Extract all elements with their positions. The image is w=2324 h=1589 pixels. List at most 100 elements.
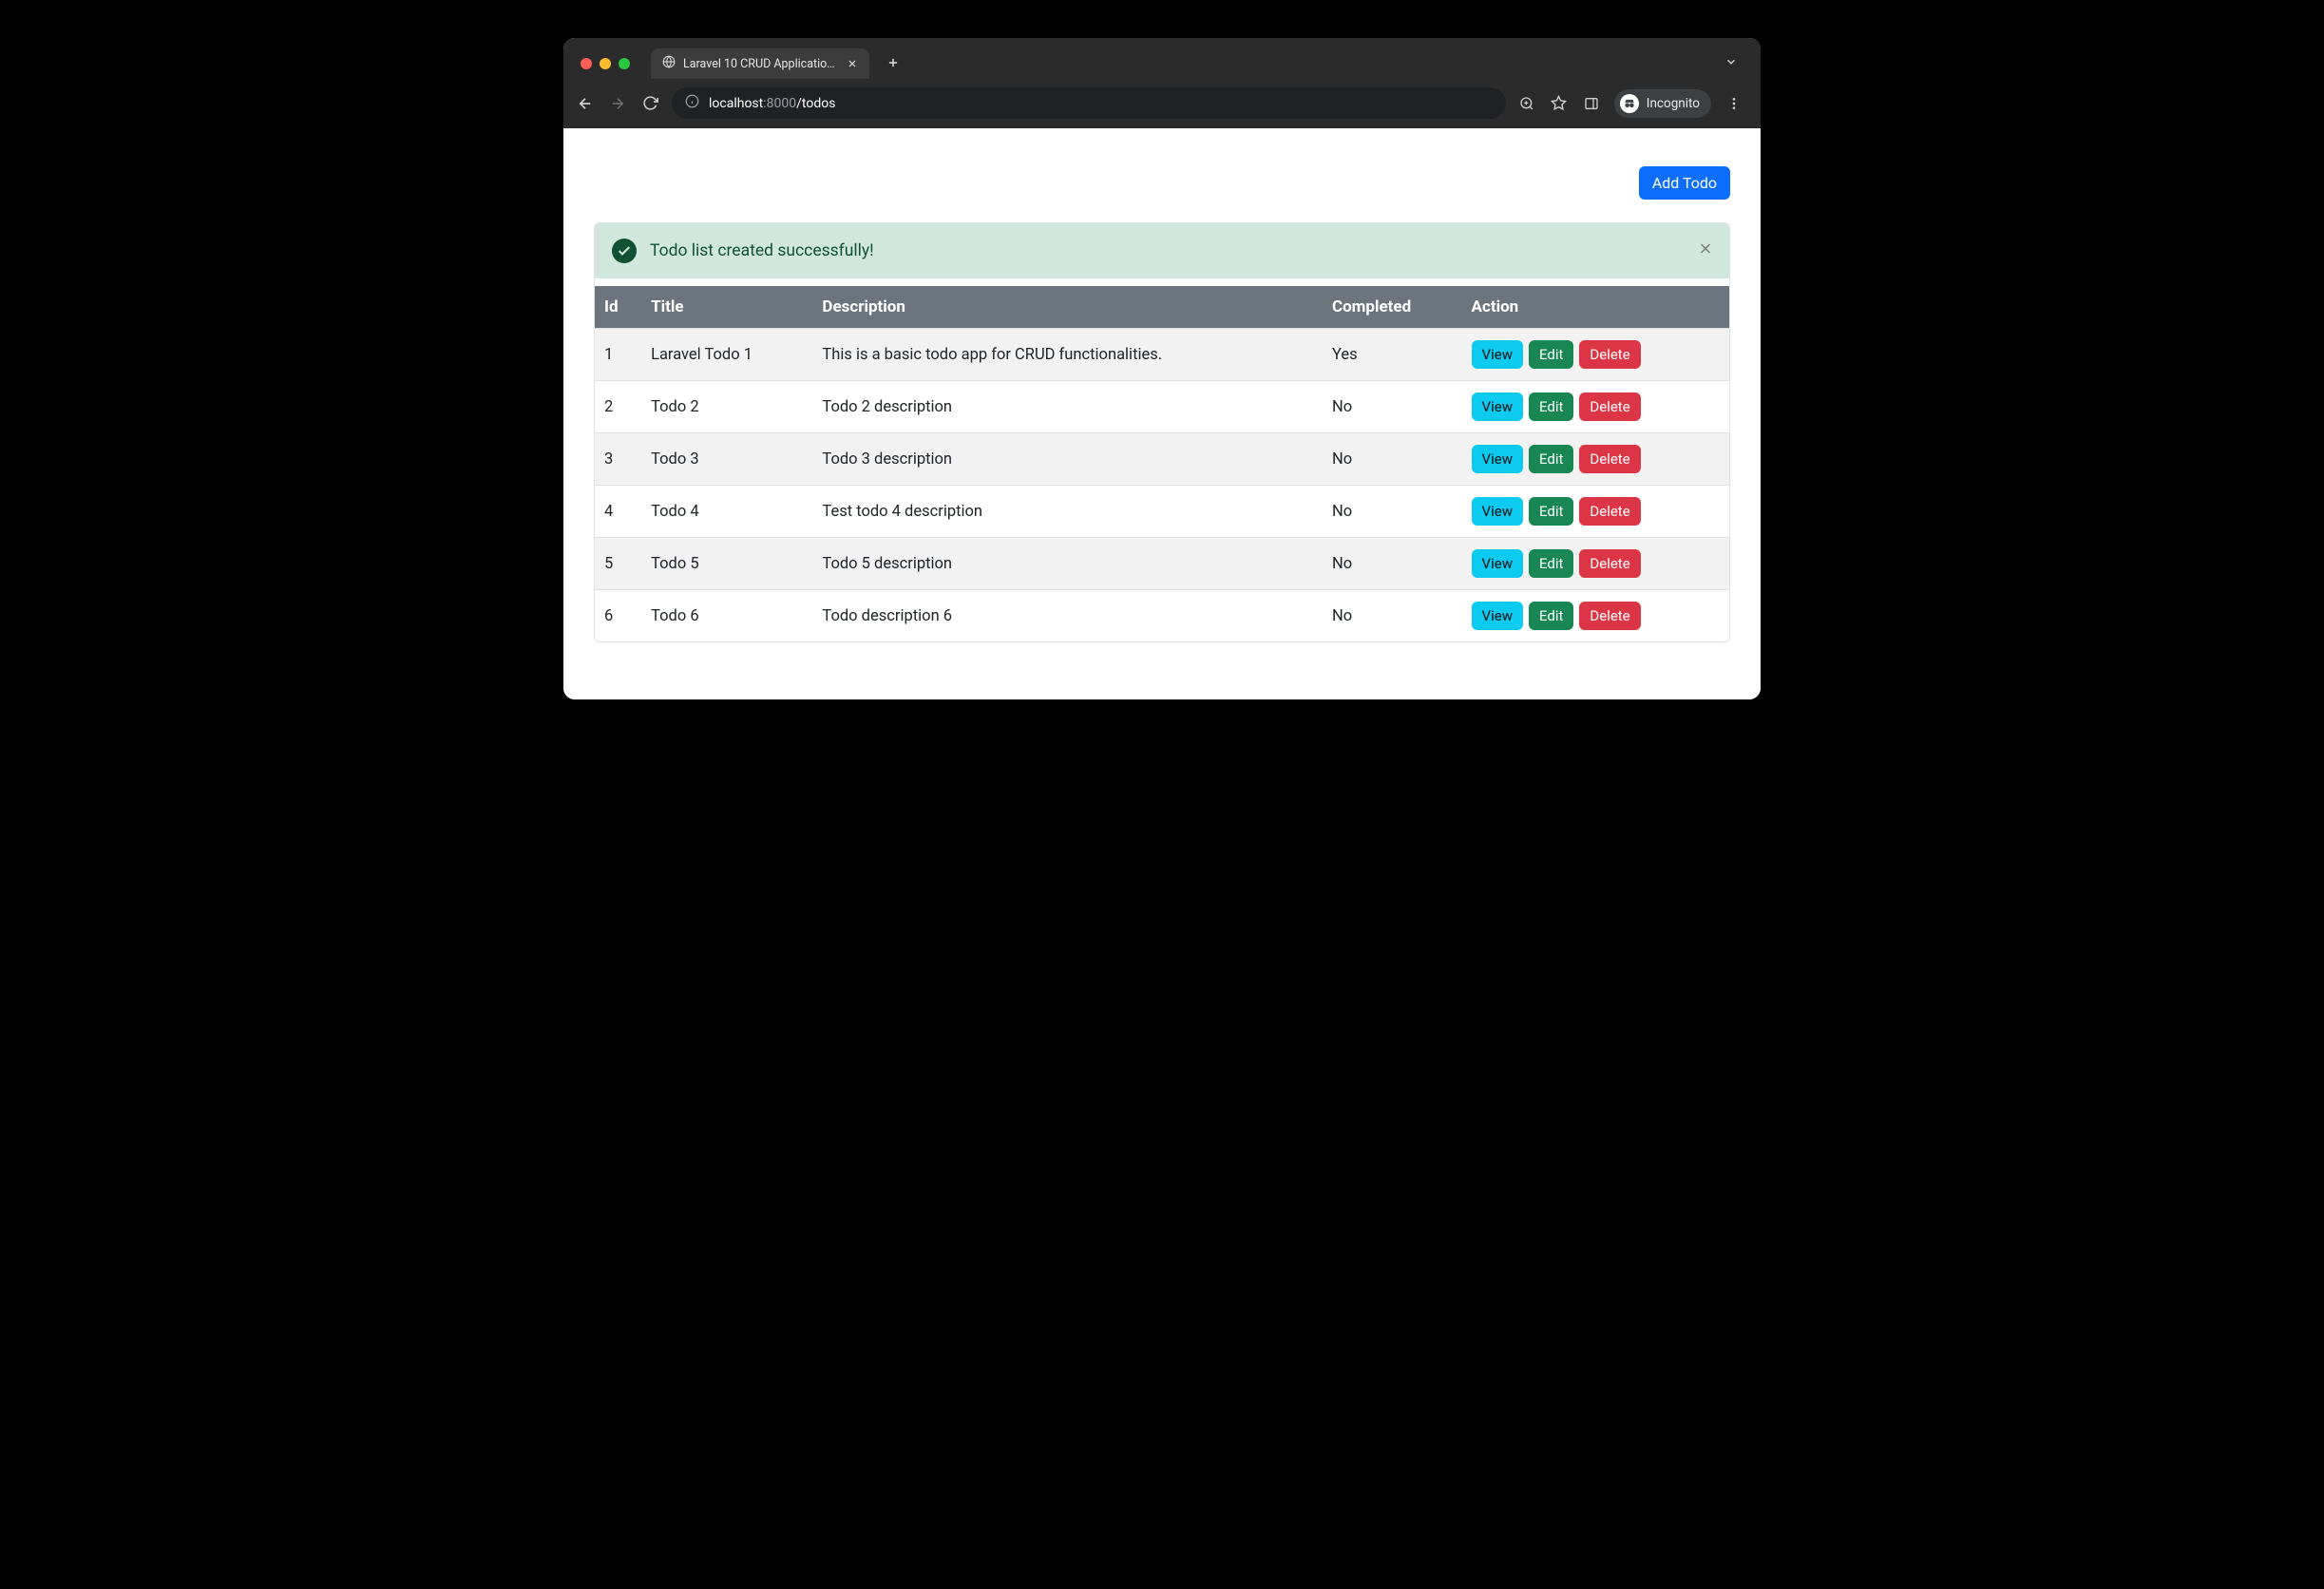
url-port: :8000 bbox=[763, 96, 796, 111]
success-alert: Todo list created successfully! bbox=[595, 223, 1729, 278]
side-panel-icon[interactable] bbox=[1582, 96, 1601, 111]
cell-completed: Yes bbox=[1323, 329, 1462, 381]
browser-window: Laravel 10 CRUD Application | T bbox=[563, 38, 1761, 699]
edit-button[interactable]: Edit bbox=[1529, 445, 1573, 473]
zoom-icon[interactable] bbox=[1517, 96, 1536, 111]
delete-button[interactable]: Delete bbox=[1579, 340, 1640, 369]
edit-button[interactable]: Edit bbox=[1529, 340, 1573, 369]
page-content: Add Todo Todo list created successfully!… bbox=[563, 128, 1761, 699]
cell-completed: No bbox=[1323, 590, 1462, 642]
cell-description: Todo 5 description bbox=[812, 538, 1323, 590]
cell-id: 5 bbox=[595, 538, 641, 590]
cell-id: 4 bbox=[595, 486, 641, 538]
todo-card: Todo list created successfully! Id Title… bbox=[594, 222, 1730, 642]
todo-table: Id Title Description Completed Action 1L… bbox=[595, 286, 1729, 641]
delete-button[interactable]: Delete bbox=[1579, 549, 1640, 578]
window-controls bbox=[581, 58, 630, 69]
th-title: Title bbox=[641, 286, 812, 329]
alert-message: Todo list created successfully! bbox=[650, 241, 874, 260]
cell-title: Todo 5 bbox=[641, 538, 812, 590]
cell-title: Todo 2 bbox=[641, 381, 812, 433]
cell-id: 1 bbox=[595, 329, 641, 381]
edit-button[interactable]: Edit bbox=[1529, 549, 1573, 578]
table-row: 6Todo 6Todo description 6NoViewEditDelet… bbox=[595, 590, 1729, 642]
reload-button[interactable] bbox=[639, 95, 660, 111]
delete-button[interactable]: Delete bbox=[1579, 445, 1640, 473]
cell-title: Todo 6 bbox=[641, 590, 812, 642]
tab-close-icon[interactable] bbox=[847, 58, 858, 69]
table-row: 2Todo 2Todo 2 descriptionNoViewEditDelet… bbox=[595, 381, 1729, 433]
th-completed: Completed bbox=[1323, 286, 1462, 329]
cell-action: ViewEditDelete bbox=[1462, 329, 1729, 381]
th-action: Action bbox=[1462, 286, 1729, 329]
delete-button[interactable]: Delete bbox=[1579, 497, 1640, 526]
incognito-icon bbox=[1620, 94, 1639, 113]
window-close-button[interactable] bbox=[581, 58, 592, 69]
table-header-row: Id Title Description Completed Action bbox=[595, 286, 1729, 329]
cell-title: Todo 4 bbox=[641, 486, 812, 538]
site-info-icon[interactable] bbox=[685, 94, 699, 112]
cell-id: 6 bbox=[595, 590, 641, 642]
edit-button[interactable]: Edit bbox=[1529, 392, 1573, 421]
address-bar[interactable]: localhost:8000/todos bbox=[672, 87, 1506, 119]
th-id: Id bbox=[595, 286, 641, 329]
forward-button[interactable] bbox=[607, 95, 628, 112]
tab-bar: Laravel 10 CRUD Application | T bbox=[563, 38, 1761, 80]
url-path: /todos bbox=[796, 96, 835, 111]
cell-description: Test todo 4 description bbox=[812, 486, 1323, 538]
cell-id: 3 bbox=[595, 433, 641, 486]
cell-description: Todo 2 description bbox=[812, 381, 1323, 433]
table-row: 3Todo 3Todo 3 descriptionNoViewEditDelet… bbox=[595, 433, 1729, 486]
toolbar-right: Incognito bbox=[1517, 89, 1749, 118]
edit-button[interactable]: Edit bbox=[1529, 497, 1573, 526]
table-row: 1Laravel Todo 1This is a basic todo app … bbox=[595, 329, 1729, 381]
page-actions: Add Todo bbox=[594, 166, 1730, 200]
window-minimize-button[interactable] bbox=[600, 58, 611, 69]
view-button[interactable]: View bbox=[1472, 445, 1523, 473]
back-button[interactable] bbox=[575, 95, 596, 112]
cell-completed: No bbox=[1323, 433, 1462, 486]
url-text: localhost:8000/todos bbox=[709, 96, 835, 111]
view-button[interactable]: View bbox=[1472, 392, 1523, 421]
bookmark-icon[interactable] bbox=[1550, 95, 1569, 111]
menu-icon[interactable] bbox=[1724, 96, 1743, 111]
cell-action: ViewEditDelete bbox=[1462, 486, 1729, 538]
view-button[interactable]: View bbox=[1472, 602, 1523, 630]
cell-id: 2 bbox=[595, 381, 641, 433]
cell-action: ViewEditDelete bbox=[1462, 590, 1729, 642]
cell-completed: No bbox=[1323, 381, 1462, 433]
url-host: localhost bbox=[709, 96, 763, 111]
delete-button[interactable]: Delete bbox=[1579, 602, 1640, 630]
cell-completed: No bbox=[1323, 538, 1462, 590]
tabs-dropdown-button[interactable] bbox=[1719, 51, 1743, 76]
new-tab-button[interactable] bbox=[879, 50, 907, 78]
cell-completed: No bbox=[1323, 486, 1462, 538]
cell-action: ViewEditDelete bbox=[1462, 538, 1729, 590]
cell-title: Laravel Todo 1 bbox=[641, 329, 812, 381]
tab-title: Laravel 10 CRUD Application | T bbox=[683, 57, 839, 71]
table-row: 5Todo 5Todo 5 descriptionNoViewEditDelet… bbox=[595, 538, 1729, 590]
globe-icon bbox=[662, 55, 676, 72]
view-button[interactable]: View bbox=[1472, 497, 1523, 526]
cell-action: ViewEditDelete bbox=[1462, 433, 1729, 486]
view-button[interactable]: View bbox=[1472, 549, 1523, 578]
check-circle-icon bbox=[612, 239, 637, 263]
toolbar: localhost:8000/todos Incognito bbox=[563, 80, 1761, 128]
cell-description: This is a basic todo app for CRUD functi… bbox=[812, 329, 1323, 381]
browser-chrome: Laravel 10 CRUD Application | T bbox=[563, 38, 1761, 128]
browser-tab[interactable]: Laravel 10 CRUD Application | T bbox=[651, 48, 869, 79]
table-row: 4Todo 4Test todo 4 descriptionNoViewEdit… bbox=[595, 486, 1729, 538]
alert-close-button[interactable] bbox=[1697, 239, 1714, 263]
cell-description: Todo description 6 bbox=[812, 590, 1323, 642]
cell-action: ViewEditDelete bbox=[1462, 381, 1729, 433]
view-button[interactable]: View bbox=[1472, 340, 1523, 369]
incognito-label: Incognito bbox=[1647, 96, 1700, 111]
th-description: Description bbox=[812, 286, 1323, 329]
cell-description: Todo 3 description bbox=[812, 433, 1323, 486]
cell-title: Todo 3 bbox=[641, 433, 812, 486]
add-todo-button[interactable]: Add Todo bbox=[1639, 166, 1730, 200]
incognito-badge[interactable]: Incognito bbox=[1614, 89, 1711, 118]
window-maximize-button[interactable] bbox=[619, 58, 630, 69]
delete-button[interactable]: Delete bbox=[1579, 392, 1640, 421]
edit-button[interactable]: Edit bbox=[1529, 602, 1573, 630]
